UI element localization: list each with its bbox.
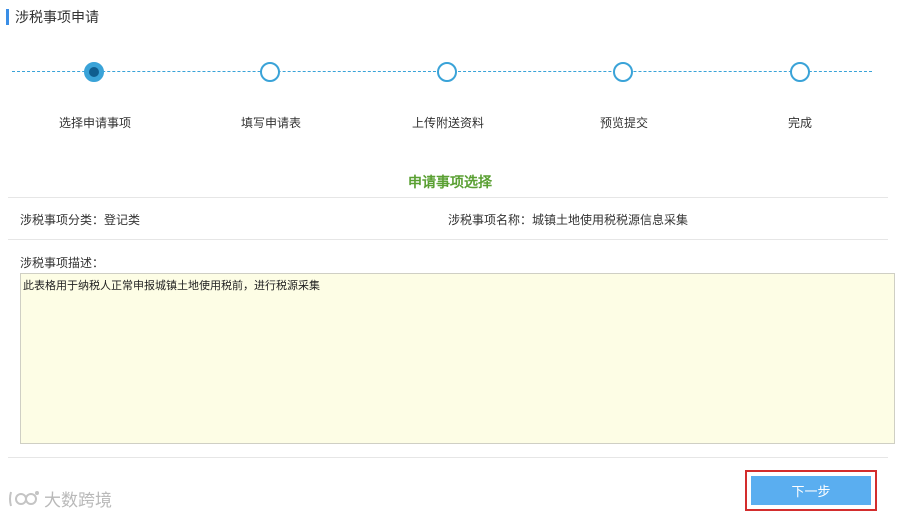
step-4-label: 预览提交 [599,116,648,130]
step-1-label: 选择申请事项 [58,116,131,130]
step-3-indicator [437,62,457,82]
title-accent-bar [6,9,9,25]
divider [8,197,888,198]
step-5-indicator [790,62,810,82]
step-5-label: 完成 [787,116,812,130]
step-2-label: 填写申请表 [240,116,301,130]
watermark: 大数跨境 [8,486,112,511]
watermark-text: 大数跨境 [44,491,112,511]
section-title: 申请事项选择 [408,175,492,191]
next-button[interactable]: 下一步 [751,476,871,505]
description-textarea[interactable]: 此表格用于纳税人正常申报城镇土地使用税前，进行税源采集 [20,273,895,444]
item-name-field: 涉税事项名称：城镇土地使用税税源信息采集 [448,213,689,227]
category-field: 涉税事项分类：登记类 [20,213,141,227]
divider [8,239,888,240]
page-title: 涉税事项申请 [6,7,99,27]
divider [8,457,888,458]
description-label: 涉税事项描述： [20,256,105,270]
watermark-logo-icon [9,490,39,506]
step-4-indicator [613,62,633,82]
step-2-indicator [260,62,280,82]
next-button-highlight: 下一步 [745,470,877,511]
page-title-text: 涉税事项申请 [15,10,99,26]
step-1-indicator [84,62,104,82]
step-3-label: 上传附送资料 [411,116,484,130]
